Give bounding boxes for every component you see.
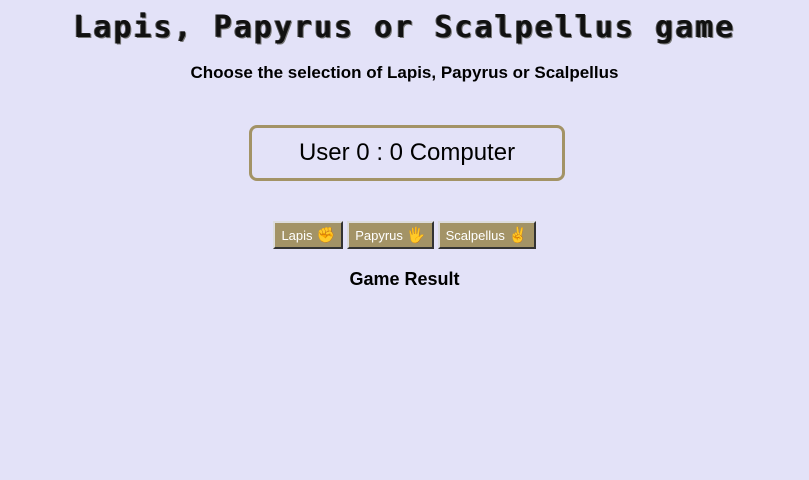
computer-label: Computer [409, 139, 516, 166]
game-page: Lapis, Papyrus or Scalpellus game Choose… [0, 0, 809, 480]
scalpellus-button[interactable]: Scalpellus ✌ [437, 221, 536, 249]
scoreboard: User 0 : 0 Computer [249, 125, 565, 181]
scalpellus-label: Scalpellus [445, 227, 505, 243]
computer-score: 0 [389, 139, 404, 166]
user-score: 0 [356, 139, 370, 166]
papyrus-label: Papyrus [355, 227, 403, 243]
raised-hand-icon: 🖐 [406, 226, 426, 244]
victory-hand-icon: ✌ [508, 226, 528, 244]
score-separator: : [376, 139, 383, 166]
page-title: Lapis, Papyrus or Scalpellus game [73, 10, 736, 45]
lapis-label: Lapis [281, 227, 313, 243]
raised-fist-icon: ✊ [316, 226, 336, 244]
user-label: User [298, 139, 350, 166]
choice-buttons: Lapis ✊ Papyrus 🖐 Scalpellus ✌ [0, 221, 809, 249]
game-result: Game Result [349, 269, 460, 289]
papyrus-button[interactable]: Papyrus 🖐 [347, 221, 434, 249]
instructions-subtitle: Choose the selection of Lapis, Papyrus o… [190, 63, 619, 82]
lapis-button[interactable]: Lapis ✊ [273, 221, 344, 249]
